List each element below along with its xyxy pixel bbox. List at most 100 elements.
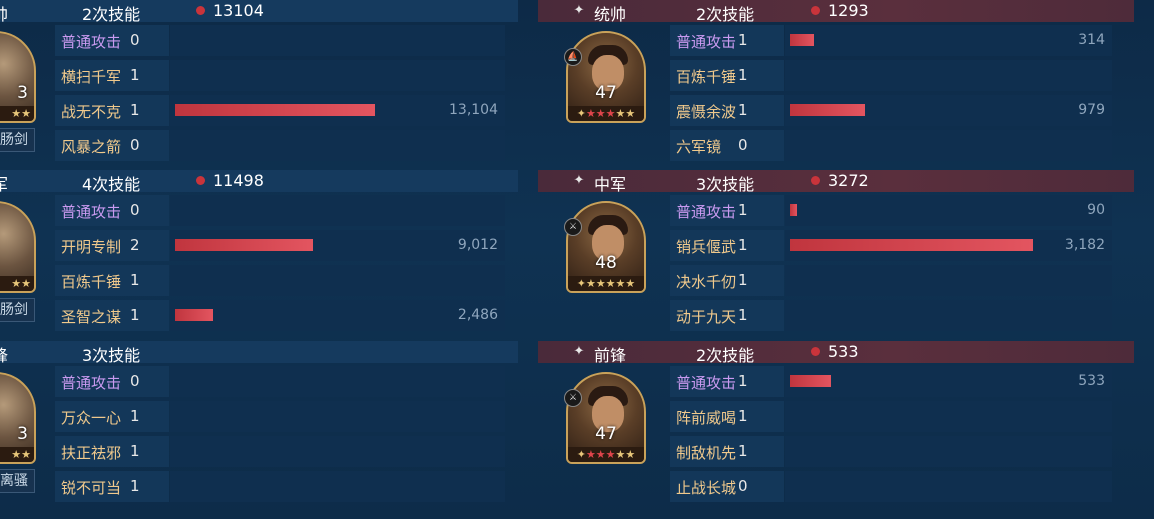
skill-name-cell: 普通攻击 0 <box>55 25 169 56</box>
sparkle-icon: ✦ <box>573 344 585 359</box>
skill-row: 百炼千锤 1 <box>55 265 505 296</box>
skill-damage-value: 90 <box>1087 202 1105 218</box>
damage-bar-cell <box>170 436 505 467</box>
hero-portrait[interactable]: 47 ✦★★★★★ <box>566 372 646 464</box>
skill-count: 0 <box>130 201 140 219</box>
skill-count: 1 <box>738 236 748 254</box>
skill-name-cell: 普通攻击 1 <box>670 195 784 226</box>
skill-name-cell: 销兵偃武 1 <box>670 230 784 261</box>
skill-count: 0 <box>130 372 140 390</box>
skill-row: 横扫千军 1 <box>55 60 505 91</box>
sparkle-icon: ✦ <box>573 3 585 18</box>
skill-row: 决水千仞 1 <box>670 265 1112 296</box>
damage-bar-cell: 3,182 <box>785 230 1112 261</box>
skill-row: 普通攻击 1 90 <box>670 195 1112 226</box>
sparkle-icon: ✦ <box>573 173 585 188</box>
hero-level: 47 <box>595 424 617 444</box>
damage-bar <box>790 104 865 116</box>
star-icon: ✦★★★★★ <box>568 106 644 121</box>
skill-row: 锐不可当 1 <box>55 471 505 502</box>
skill-cast-count: 2次技能 <box>696 5 755 24</box>
skill-count: 1 <box>738 201 748 219</box>
hero-level: 48 <box>595 253 617 273</box>
skill-name: 开明专制 <box>61 238 122 256</box>
skill-count: 1 <box>130 271 140 289</box>
right-team-panel: ✦ 统帅 2次技能 1293 47 ✦★★★★★ ⛵ 普通攻击 1 314 百炼千锤 1 震慑余波 1 97… <box>538 0 1134 519</box>
total-damage: 13104 <box>213 1 264 20</box>
skill-name-cell: 锐不可当 1 <box>55 471 169 502</box>
skill-row: 百炼千锤 1 <box>670 60 1112 91</box>
skill-name-cell: 百炼千锤 1 <box>670 60 784 91</box>
skill-damage-value: 2,486 <box>457 307 498 323</box>
skill-cast-count: 3次技能 <box>696 175 755 194</box>
skill-name: 横扫千军 <box>61 68 122 86</box>
skill-count: 1 <box>738 442 748 460</box>
skill-count: 1 <box>130 442 140 460</box>
unit-group: ✦ 中军 3次技能 3272 48 ✦★★★★★ ⚔ 普通攻击 1 90 销兵偃武 1 3,182 决水千… <box>538 170 1134 341</box>
skill-count: 0 <box>738 477 748 495</box>
hero-portrait[interactable]: ★★ <box>0 201 36 293</box>
skill-count: 1 <box>738 271 748 289</box>
skill-name-cell: 震慑余波 1 <box>670 95 784 126</box>
skill-damage-value: 533 <box>1078 373 1105 389</box>
skill-name: 万众一心 <box>61 409 122 427</box>
skill-name-cell: 战无不克 1 <box>55 95 169 126</box>
skill-row: 开明专制 2 9,012 <box>55 230 505 261</box>
skill-name-cell: 扶正祛邪 1 <box>55 436 169 467</box>
damage-bar-cell <box>785 471 1112 502</box>
skill-name: 震慑余波 <box>676 103 737 121</box>
skill-name-cell: 普通攻击 1 <box>670 25 784 56</box>
damage-bar-cell <box>170 25 505 56</box>
skill-row: 风暴之箭 0 <box>55 130 505 161</box>
skill-row: 阵前威喝 1 <box>670 401 1112 432</box>
skill-cast-count: 2次技能 <box>82 5 141 24</box>
weapon-tag: 肠剑 <box>0 298 35 322</box>
hero-portrait[interactable]: 47 ✦★★★★★ <box>566 31 646 123</box>
unit-header: ✦ 前锋 2次技能 533 <box>538 341 1134 365</box>
unit-header: 帅 2次技能 13104 <box>0 0 518 24</box>
skill-name: 普通攻击 <box>676 374 737 392</box>
skill-name-cell: 六军镜 0 <box>670 130 784 161</box>
unit-group: 帅 2次技能 13104 3 ★★ 肠剑 普通攻击 0 横扫千军 1 战无不克 1 13,104 风暴之箭… <box>0 0 518 171</box>
unit-role: 统帅 <box>594 5 627 24</box>
skill-name: 制敌机先 <box>676 444 737 462</box>
skill-name: 百炼千锤 <box>61 273 122 291</box>
hero-level: 47 <box>595 83 617 103</box>
skill-name: 决水千仞 <box>676 273 737 291</box>
skill-name: 动于九天 <box>676 308 737 326</box>
skill-count: 1 <box>738 31 748 49</box>
damage-bar-cell <box>785 401 1112 432</box>
hero-portrait[interactable]: 3 ★★ <box>0 372 36 464</box>
skill-count: 1 <box>738 407 748 425</box>
skill-name: 战无不克 <box>61 103 122 121</box>
weapon-tag: 离骚 <box>0 469 35 493</box>
skill-name-cell: 开明专制 2 <box>55 230 169 261</box>
hero-portrait[interactable]: 3 ★★ <box>0 31 36 123</box>
unit-role: 前锋 <box>594 346 627 365</box>
damage-bar-cell <box>170 471 505 502</box>
skill-name-cell: 止战长城 0 <box>670 471 784 502</box>
skill-name: 普通攻击 <box>676 33 737 51</box>
skill-name: 六军镜 <box>676 138 722 156</box>
damage-bar-cell <box>785 300 1112 331</box>
skill-count: 1 <box>738 372 748 390</box>
damage-bar <box>790 375 831 387</box>
skill-name: 普通攻击 <box>61 374 122 392</box>
damage-bar-cell: 9,012 <box>170 230 505 261</box>
damage-bar-cell: 90 <box>785 195 1112 226</box>
skill-name-cell: 风暴之箭 0 <box>55 130 169 161</box>
skill-name: 扶正祛邪 <box>61 444 122 462</box>
unit-header: ✦ 中军 3次技能 3272 <box>538 170 1134 194</box>
damage-dot-icon <box>811 347 820 356</box>
damage-bar-cell: 979 <box>785 95 1112 126</box>
damage-bar <box>175 309 213 321</box>
skill-row: 震慑余波 1 979 <box>670 95 1112 126</box>
damage-bar <box>790 204 797 216</box>
hero-portrait[interactable]: 48 ✦★★★★★ <box>566 201 646 293</box>
skill-damage-value: 314 <box>1078 32 1105 48</box>
damage-bar <box>175 239 313 251</box>
skill-cast-count: 2次技能 <box>696 346 755 365</box>
skill-count: 2 <box>130 236 140 254</box>
skill-name: 止战长城 <box>676 479 737 497</box>
skill-name: 百炼千锤 <box>676 68 737 86</box>
